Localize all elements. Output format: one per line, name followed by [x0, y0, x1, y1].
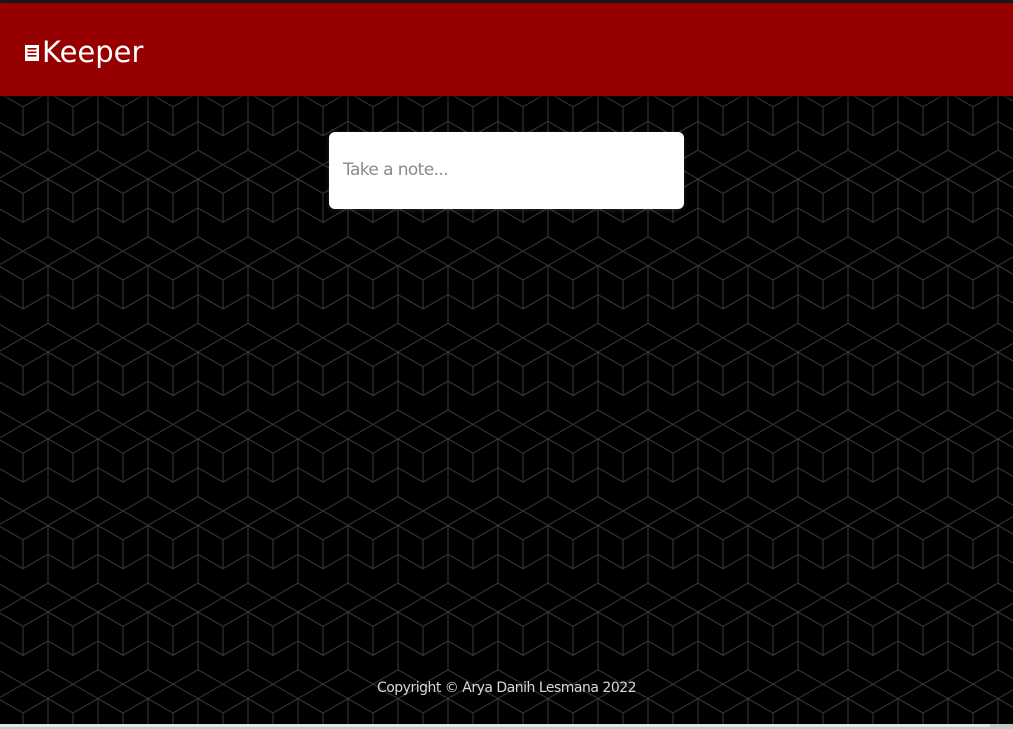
page-footer: Copyright © Arya Danih Lesmana 2022: [0, 679, 1013, 697]
brand[interactable]: Keeper: [25, 35, 143, 69]
note-title-input[interactable]: [343, 156, 668, 184]
brand-title: Keeper: [42, 35, 144, 69]
scrollbar-thumb[interactable]: [0, 724, 990, 727]
create-note-form: [329, 132, 684, 209]
app-header: Keeper: [0, 3, 1013, 96]
copyright-text: Copyright © Arya Danih Lesmana 2022: [376, 680, 637, 696]
horizontal-scrollbar[interactable]: [0, 724, 1013, 729]
note-icon: [25, 45, 39, 61]
